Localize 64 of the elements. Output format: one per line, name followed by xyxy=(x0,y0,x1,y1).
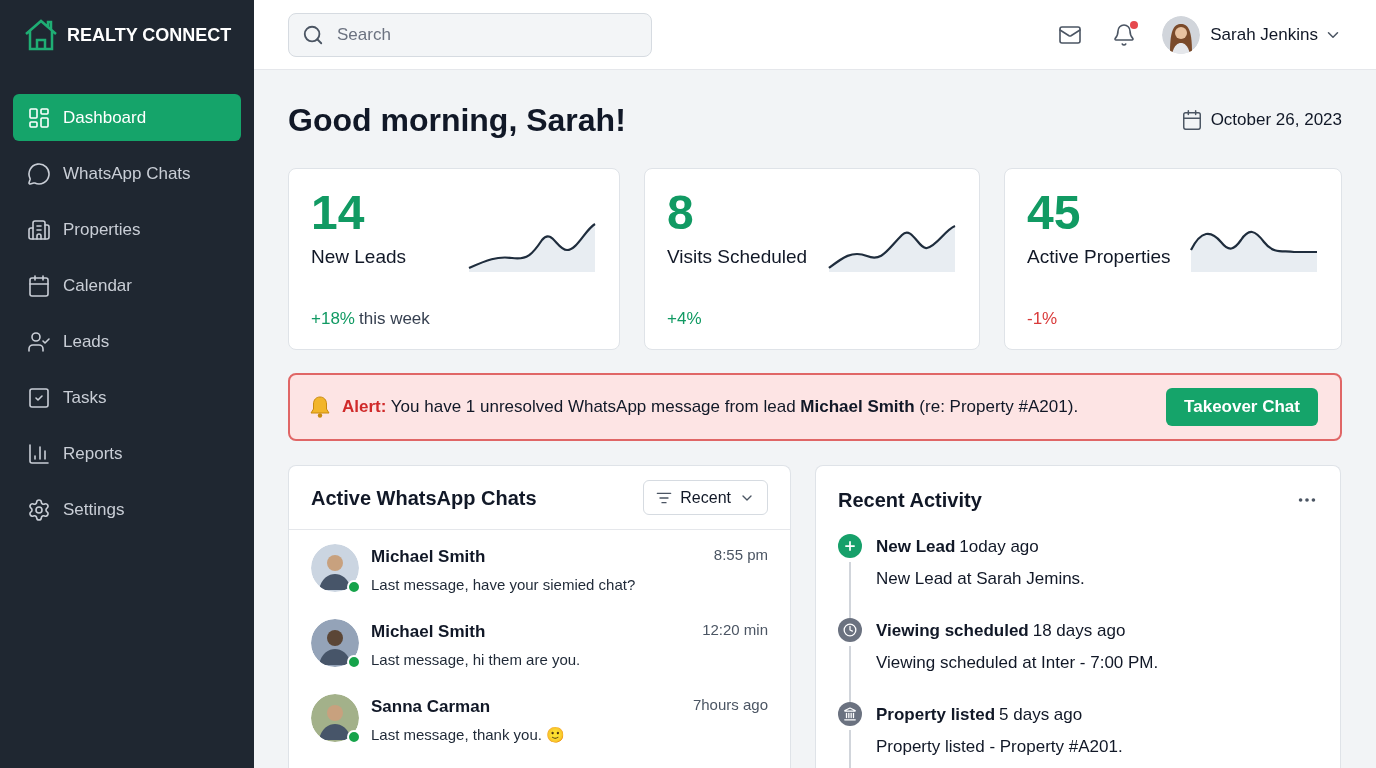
chat-row[interactable]: Michael Smith 12:20 min Last message, hi them are you. xyxy=(289,605,790,680)
stat-label: New Leads xyxy=(311,245,407,269)
greeting-heading: Good morning, Sarah! xyxy=(288,101,626,140)
alert-message: Alert: You have 1 unresolved WhatsApp message from lead Michael Smith (re: Property #A201). xyxy=(342,396,1080,419)
avatar xyxy=(311,694,359,742)
search-icon xyxy=(302,23,324,46)
activity-description: New Lead at Sarah Jemins. xyxy=(876,567,1085,590)
activity-title: Property listed xyxy=(876,704,996,726)
chat-bubble-icon xyxy=(27,161,51,186)
message-preview: Last message, thank you. 🙂 xyxy=(371,724,567,745)
stat-change: +4% xyxy=(667,307,702,330)
avatar xyxy=(311,544,359,592)
message-time: 8:55 pm xyxy=(713,545,768,565)
checkbox-icon xyxy=(27,385,51,410)
notification-bell-icon[interactable] xyxy=(1112,22,1137,47)
chat-row[interactable]: Sanna Carman 7hours ago Last message, thank you. 🙂 xyxy=(289,680,790,755)
stat-period: this week xyxy=(358,307,430,330)
stat-label: Visits Scheduled xyxy=(667,245,808,269)
user-name[interactable]: Sarah Jenkins xyxy=(1210,21,1318,48)
message-preview: Last message, hi them are you. xyxy=(371,649,582,670)
search-field[interactable]: Search xyxy=(288,12,652,57)
nav-item[interactable]: Tasks xyxy=(13,374,241,421)
activity-title: New Lead xyxy=(876,536,956,558)
contact-name: Sanna Carman xyxy=(371,696,491,718)
stat-value: 14 xyxy=(311,189,366,237)
bell-icon xyxy=(310,396,330,418)
nav-item[interactable]: Leads xyxy=(13,318,241,365)
activity-description: Viewing scheduled at Inter - 7:00 PM. xyxy=(876,651,1159,674)
activity-title: Viewing scheduled xyxy=(876,620,1029,642)
activity-time: 1oday ago xyxy=(959,536,1039,558)
activity-description: Property listed - Property #A201. xyxy=(876,735,1123,758)
calendar-icon xyxy=(1180,109,1203,131)
brand-name: REALTY CONNECT xyxy=(67,23,232,47)
message-time: 12:20 min xyxy=(702,620,768,640)
contact-name: Michael Smith xyxy=(371,546,486,568)
stat-label: Active Properties xyxy=(1027,245,1171,269)
bar-chart-icon xyxy=(27,441,51,466)
contact-name: Michael Smith xyxy=(371,621,486,643)
panel-title: Active WhatsApp Chats xyxy=(311,485,537,511)
message-preview: Last message, have your siemied chat? xyxy=(371,574,637,595)
user-avatar[interactable] xyxy=(1162,15,1201,54)
dashboard-icon xyxy=(27,105,51,130)
chat-row[interactable]: Michael Smith 8:55 pm Last message, have your siemied chat? xyxy=(289,530,790,605)
nav-item[interactable]: WhatsApp Chats xyxy=(13,150,241,197)
nav-item[interactable]: Calendar xyxy=(13,262,241,309)
stat-value: 8 xyxy=(667,189,695,237)
house-logo-icon xyxy=(23,18,59,52)
sort-dropdown[interactable]: Recent xyxy=(643,480,768,515)
avatar xyxy=(311,619,359,667)
building-icon xyxy=(27,217,51,242)
stat-value: 45 xyxy=(1027,189,1082,237)
panel-title: Recent Activity xyxy=(838,488,982,513)
activity-time: 18 days ago xyxy=(1032,620,1126,642)
activity-time: 5 days ago xyxy=(999,704,1083,726)
user-check-icon xyxy=(27,329,51,354)
message-time: 7hours ago xyxy=(692,695,768,715)
nav-item[interactable]: Reports xyxy=(13,430,241,477)
stat-change: -1% xyxy=(1027,307,1058,330)
stat-change: +18% xyxy=(311,307,355,330)
date-label: October 26, 2023 xyxy=(1210,109,1342,132)
settings-icon xyxy=(27,497,51,522)
nav-item[interactable]: Settings xyxy=(13,486,241,533)
nav-item[interactable]: Properties xyxy=(13,206,241,253)
calendar-icon xyxy=(27,273,51,298)
